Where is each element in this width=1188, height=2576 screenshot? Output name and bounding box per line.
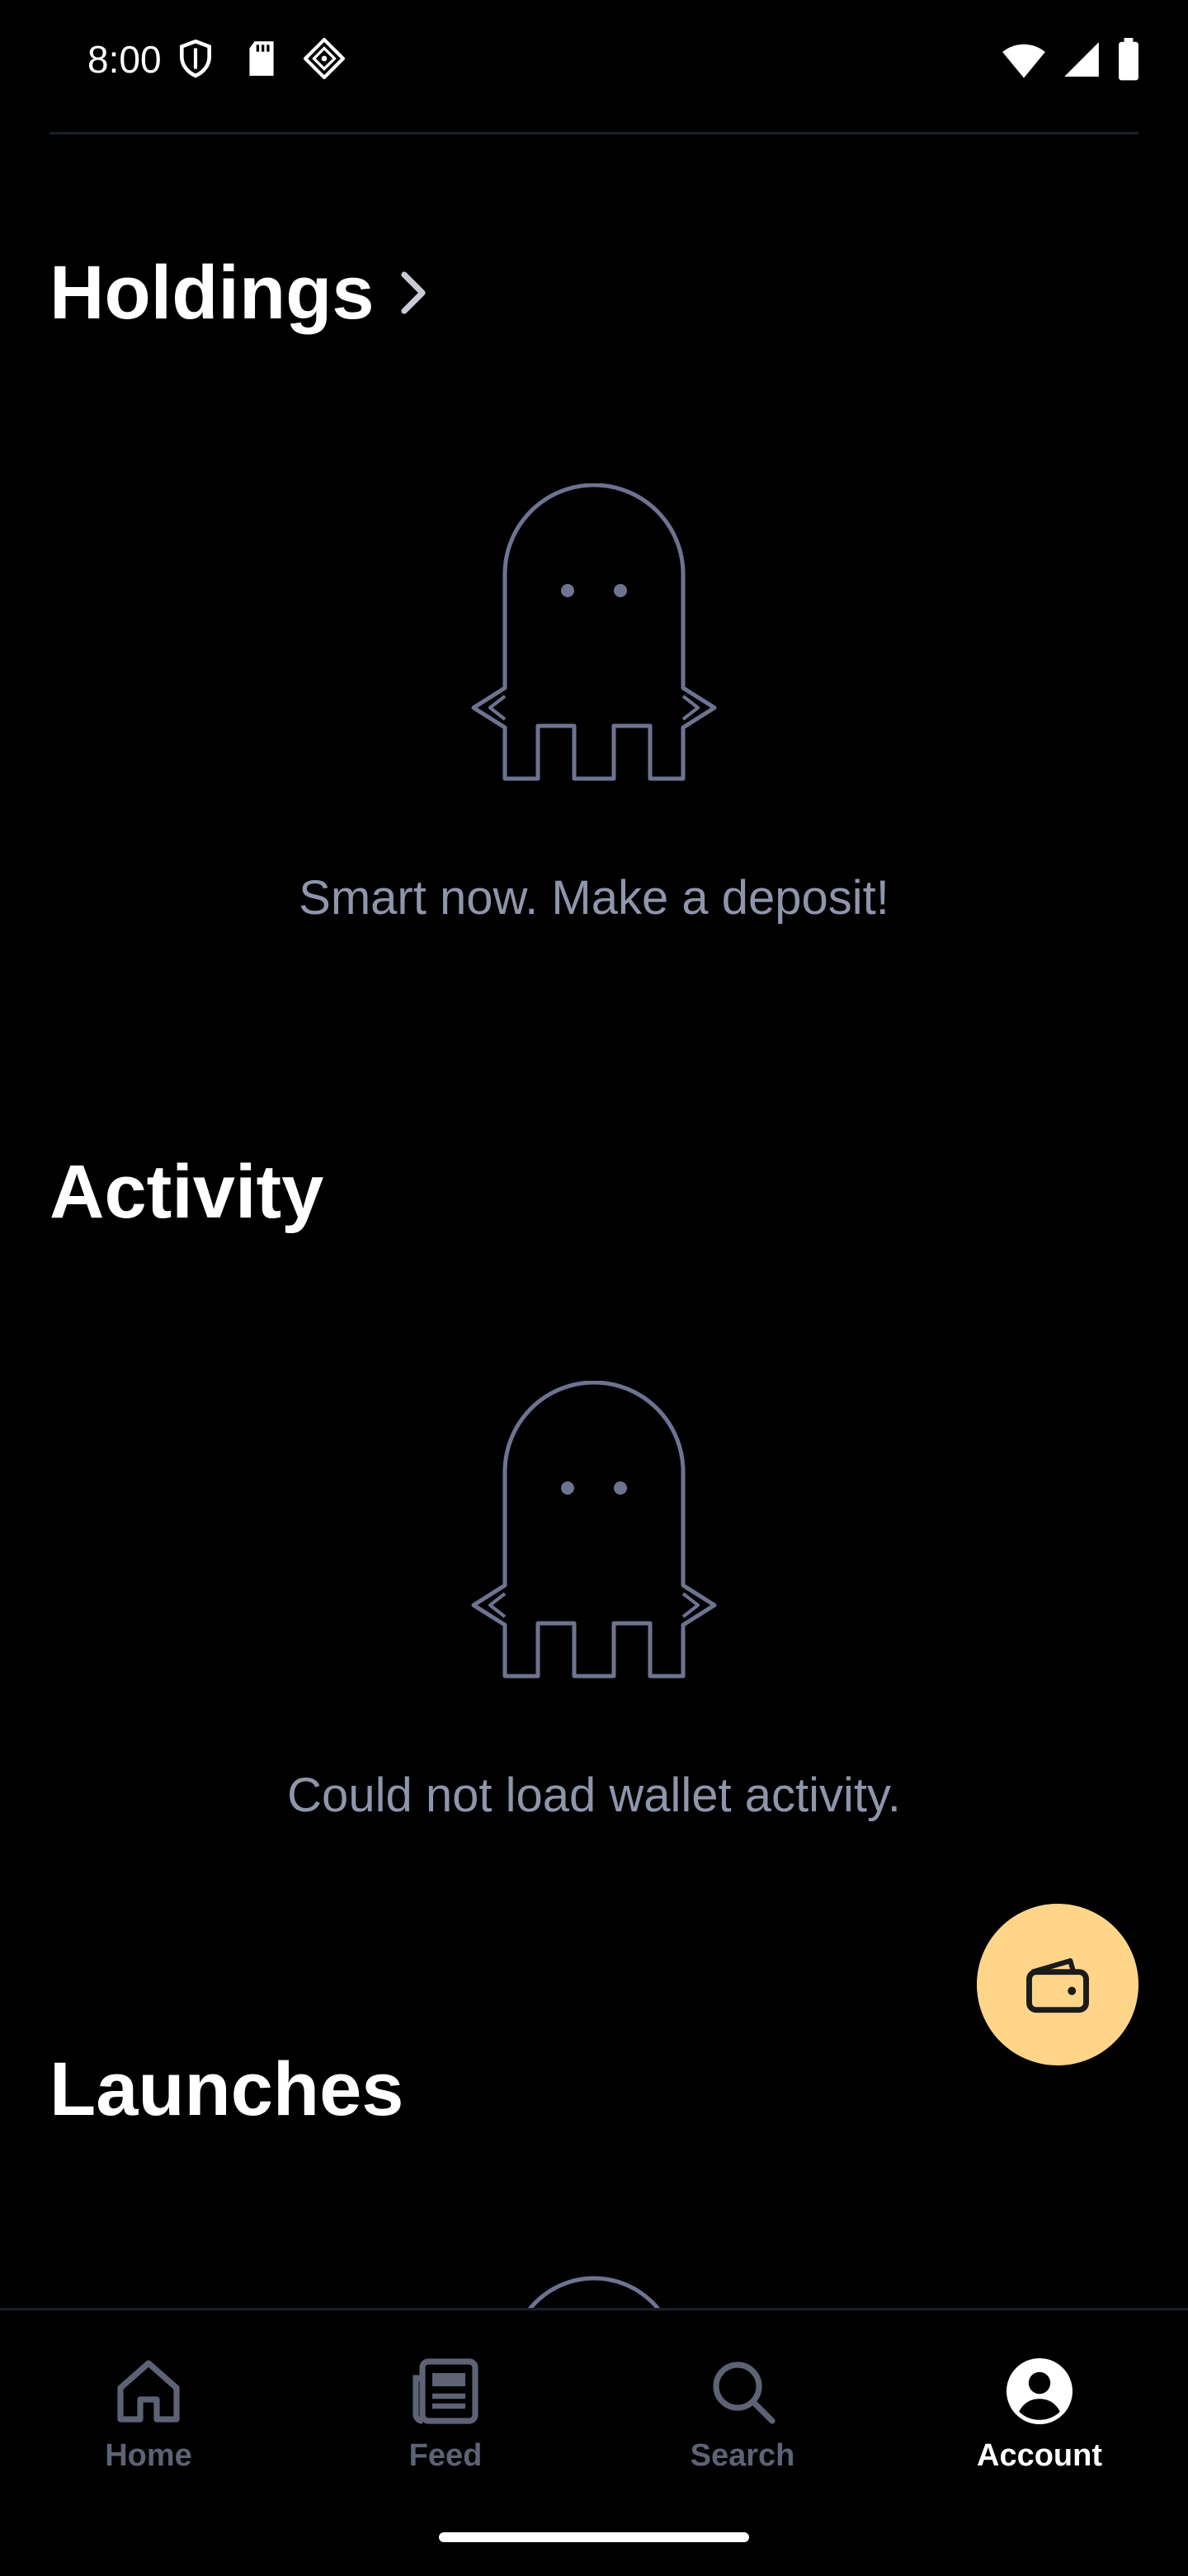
nav-account-label: Account: [977, 2438, 1102, 2473]
nav-search[interactable]: Search: [644, 2352, 842, 2484]
holdings-empty-message: Smart now. Make a deposit!: [299, 871, 889, 925]
status-time: 8:00: [87, 38, 162, 81]
shield-icon: [180, 39, 211, 78]
header-divider: [50, 132, 1138, 134]
wifi-icon: [1002, 44, 1045, 78]
status-bar: 8:00: [0, 0, 1188, 124]
activity-empty-message: Could not load wallet activity.: [287, 1768, 901, 1822]
wallet-icon: [1026, 1958, 1089, 2013]
nav-account[interactable]: Account: [940, 2352, 1138, 2484]
nav-home-label: Home: [105, 2438, 192, 2473]
feed-icon: [412, 2358, 478, 2424]
ghost-illustration-icon: [525, 2276, 663, 2311]
holdings-header[interactable]: Holdings: [50, 247, 432, 338]
activity-header: Activity: [50, 1147, 323, 1237]
holdings-title: Holdings: [50, 251, 375, 335]
wallet-fab-button[interactable]: [977, 1904, 1138, 2065]
home-indicator[interactable]: [439, 2532, 749, 2542]
signal-icon: [1064, 42, 1099, 77]
nav-feed-label: Feed: [408, 2438, 483, 2473]
status-right-icons: [1002, 36, 1140, 82]
nav-home[interactable]: Home: [50, 2352, 248, 2484]
battery-icon: [1119, 38, 1138, 81]
launches-header: Launches: [50, 2044, 403, 2135]
search-icon: [713, 2362, 776, 2424]
ghost-illustration-icon: [471, 483, 717, 781]
activity-title: Activity: [50, 1150, 324, 1234]
diamond-app-icon: [304, 38, 345, 79]
nav-search-label: Search: [690, 2438, 795, 2473]
launches-title: Launches: [50, 2047, 404, 2131]
launches-ghost-partial: [512, 2270, 676, 2311]
account-icon: [1006, 2358, 1072, 2424]
nav-feed[interactable]: Feed: [346, 2352, 544, 2484]
ghost-illustration-icon: [471, 1381, 717, 1679]
chevron-right-icon: [400, 271, 426, 314]
sd-card-icon: [249, 41, 274, 76]
home-icon: [117, 2360, 180, 2423]
